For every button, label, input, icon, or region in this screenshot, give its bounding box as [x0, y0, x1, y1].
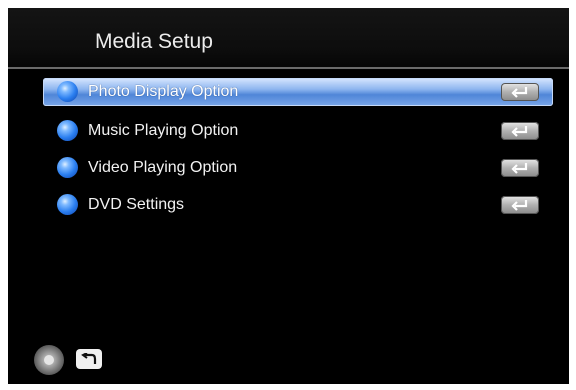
menu-item-video-playing[interactable]: Video Playing Option: [43, 154, 553, 182]
menu-item-music-playing[interactable]: Music Playing Option: [43, 117, 553, 145]
media-setup-screen: Media Setup Photo Display Option Music P…: [8, 8, 569, 384]
header-bar: Media Setup: [8, 8, 569, 68]
enter-key-icon[interactable]: [501, 122, 539, 140]
menu-item-label: Video Playing Option: [88, 159, 238, 176]
back-icon[interactable]: [76, 349, 102, 369]
menu-item-photo-display[interactable]: Photo Display Option: [43, 78, 553, 106]
dpad-icon: [34, 345, 64, 375]
menu-item-dvd-settings[interactable]: DVD Settings: [43, 191, 553, 219]
header-divider: [8, 67, 569, 69]
globe-icon: [57, 81, 78, 102]
enter-key-icon[interactable]: [501, 83, 539, 101]
dpad-center: [44, 355, 54, 365]
page-title: Media Setup: [95, 30, 213, 53]
globe-icon: [57, 194, 78, 215]
globe-icon: [57, 157, 78, 178]
globe-icon: [57, 120, 78, 141]
menu-item-label: Photo Display Option: [88, 83, 239, 100]
menu-item-label: Music Playing Option: [88, 122, 239, 139]
enter-key-icon[interactable]: [501, 196, 539, 214]
menu-item-label: DVD Settings: [88, 196, 185, 213]
enter-key-icon[interactable]: [501, 159, 539, 177]
